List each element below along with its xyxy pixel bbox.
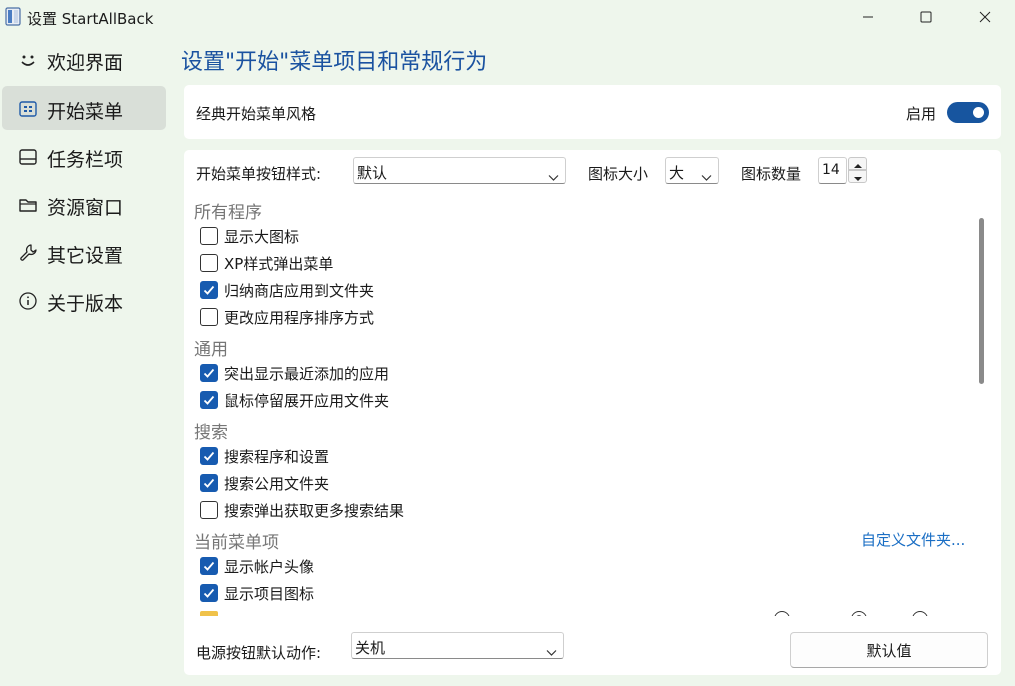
info-icon	[17, 290, 39, 312]
checkbox-label: 搜索公用文件夹	[224, 475, 330, 493]
start-menu-icon	[17, 98, 39, 120]
minimize-icon	[862, 8, 874, 27]
checkbox-label: 显示项目图标	[224, 585, 315, 603]
section-title: 当前菜单项	[194, 533, 279, 553]
customize-folders-link[interactable]: 自定义文件夹...	[861, 529, 965, 550]
section-title: 搜索	[194, 423, 228, 443]
radio-selected-icon[interactable]	[851, 611, 867, 616]
wrench-icon	[17, 242, 39, 264]
taskbar-icon	[17, 146, 39, 168]
checkbox-label: 搜索弹出获取更多搜索结果	[224, 502, 405, 520]
sidebar-item-label: 其它设置	[47, 245, 124, 267]
sidebar-item-taskbar[interactable]: 任务栏项	[2, 134, 166, 178]
icon-count-label: 图标数量	[741, 165, 802, 183]
radio-icon[interactable]	[912, 611, 928, 616]
checkmark-icon	[200, 391, 218, 409]
restore-defaults-label: 默认值	[866, 641, 912, 660]
checkbox-label: 更改应用程序排序方式	[224, 309, 375, 327]
checkbox-icon	[200, 254, 218, 272]
chevron-down-icon	[546, 642, 557, 656]
options-list[interactable]: 所有程序 显示大图标 XP样式弹出菜单 归纳商店应用到文件夹 更改应用程序排序方…	[184, 195, 974, 616]
sidebar-item-start-menu[interactable]: 开始菜单	[2, 86, 166, 130]
checkmark-icon	[200, 584, 218, 602]
checkbox-label: 显示帐户头像	[224, 558, 315, 576]
spin-down-button[interactable]	[848, 170, 867, 183]
folder-icon	[17, 194, 39, 216]
arrow-down-icon	[853, 167, 862, 186]
checkbox-label: 突出显示最近添加的应用	[224, 365, 390, 383]
toggle-knob	[973, 107, 984, 118]
checkmark-icon	[200, 447, 218, 465]
scrollbar-thumb[interactable]	[979, 218, 984, 384]
chevron-down-icon	[701, 167, 712, 181]
checkmark-icon	[200, 557, 218, 575]
checkbox-label: 鼠标停留展开应用文件夹	[224, 392, 390, 410]
power-action-select[interactable]: 关机	[351, 632, 564, 659]
select-value: 大	[669, 164, 685, 182]
sidebar-item-label: 关于版本	[47, 293, 124, 315]
button-style-select[interactable]: 默认	[353, 157, 566, 184]
sidebar-item-other[interactable]: 其它设置	[2, 230, 166, 274]
sidebar-item-welcome[interactable]: 欢迎界面	[2, 37, 166, 81]
title-bar: 设置 StartAllBack	[0, 0, 1015, 34]
select-value: 默认	[357, 164, 388, 182]
icon-size-select[interactable]: 大	[665, 157, 719, 184]
checkbox-icon	[200, 501, 218, 519]
checkbox-label: 搜索程序和设置	[224, 448, 330, 466]
checkbox-label: XP样式弹出菜单	[224, 255, 334, 273]
checkbox-icon	[200, 227, 218, 245]
checkmark-icon	[200, 474, 218, 492]
smile-icon	[17, 49, 39, 71]
page-title: 设置"开始"菜单项目和常规行为	[181, 50, 488, 75]
minimize-button[interactable]	[845, 0, 891, 34]
button-style-label: 开始菜单按钮样式:	[196, 165, 322, 183]
toggle-state-label: 启用	[906, 105, 937, 123]
power-button-label: 电源按钮默认动作:	[196, 644, 322, 662]
sidebar-item-label: 欢迎界面	[47, 52, 124, 74]
checkmark-icon	[200, 281, 218, 299]
checkmark-icon	[200, 364, 218, 382]
select-value: 关机	[355, 639, 386, 657]
section-title: 所有程序	[194, 203, 262, 223]
icon-size-label: 图标大小	[588, 165, 649, 183]
maximize-icon	[920, 8, 932, 27]
checkbox-icon	[200, 308, 218, 326]
checkbox-label: 归纳商店应用到文件夹	[224, 282, 375, 300]
folder-icon	[200, 611, 218, 616]
close-button[interactable]	[962, 0, 1008, 34]
chevron-down-icon	[548, 167, 559, 181]
classic-style-toggle[interactable]	[947, 102, 989, 123]
radio-icon[interactable]	[774, 611, 790, 616]
sidebar-item-about[interactable]: 关于版本	[2, 278, 166, 322]
section-title: 通用	[194, 340, 228, 360]
window-title: 设置 StartAllBack	[27, 10, 154, 28]
close-icon	[979, 8, 991, 27]
restore-defaults-button[interactable]: 默认值	[790, 632, 988, 668]
sidebar-item-label: 开始菜单	[47, 101, 124, 123]
classic-style-label: 经典开始菜单风格	[196, 105, 317, 123]
maximize-button[interactable]	[903, 0, 949, 34]
sidebar-item-explorer[interactable]: 资源窗口	[2, 182, 166, 226]
icon-count-input[interactable]: 14	[818, 157, 847, 184]
sidebar-item-label: 任务栏项	[47, 149, 124, 171]
app-icon	[5, 7, 21, 26]
icon-count-value: 14	[822, 162, 840, 178]
checkbox-label: 显示大图标	[224, 228, 300, 246]
sidebar-item-label: 资源窗口	[47, 197, 124, 219]
